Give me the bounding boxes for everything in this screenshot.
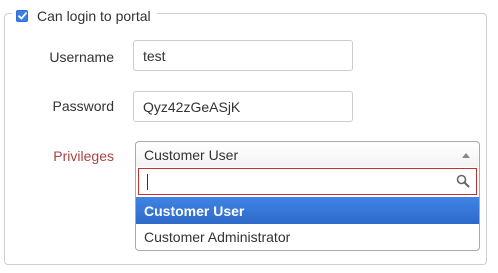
check-icon: [17, 12, 27, 20]
username-label: Username: [49, 49, 114, 65]
arrow-up-icon[interactable]: [462, 153, 470, 158]
search-icon: [456, 174, 470, 188]
text-caret: [147, 174, 148, 190]
option-customer-user[interactable]: Customer User: [136, 197, 479, 224]
privileges-dropdown: Customer User Customer Administrator: [135, 167, 480, 251]
privileges-search-box[interactable]: [138, 168, 477, 195]
password-label: Password: [52, 98, 114, 114]
privileges-selected-value: Customer User: [144, 147, 239, 163]
privileges-select[interactable]: Customer User: [135, 141, 480, 168]
privileges-label: Privileges: [53, 148, 114, 164]
portal-login-legend: Can login to portal: [12, 5, 157, 27]
username-field[interactable]: [133, 40, 353, 71]
password-field[interactable]: [133, 91, 353, 122]
can-login-label[interactable]: Can login to portal: [37, 8, 151, 24]
option-customer-administrator[interactable]: Customer Administrator: [136, 223, 479, 250]
privileges-search-input[interactable]: [139, 169, 449, 194]
can-login-checkbox[interactable]: [16, 10, 28, 22]
